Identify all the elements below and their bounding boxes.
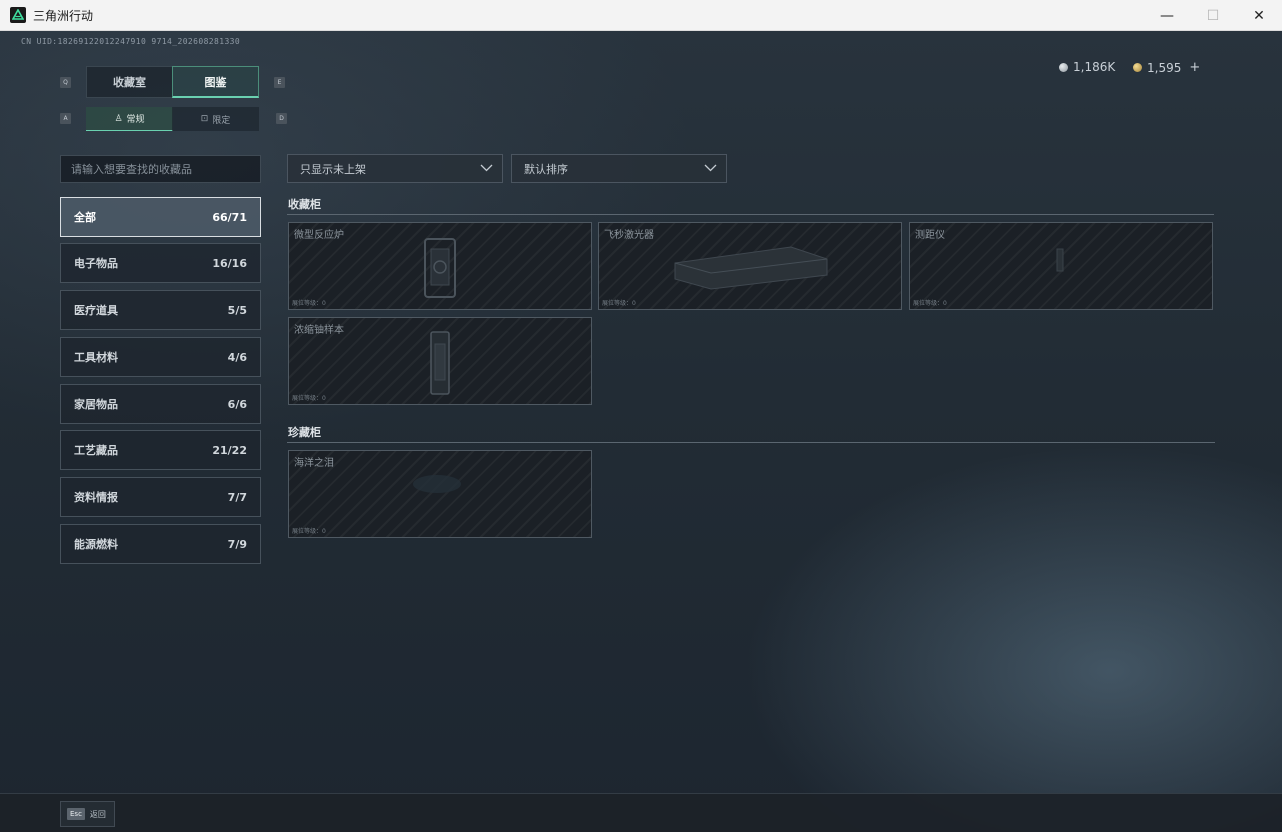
tab-catalog-label: 图鉴 [204,75,227,89]
card-level: 展位等级：0 [602,300,636,307]
currency-1: 1,186K [1059,60,1115,74]
window-title: 三角洲行动 [33,8,94,23]
category-label: 能源燃料 [74,538,118,551]
category-count: 7/7 [227,490,247,504]
app-logo-icon [10,7,26,23]
currency-2: 1,595 + [1133,60,1200,75]
close-icon: ✕ [1253,7,1265,24]
collection-card-rangefinder[interactable]: 测距仪 展位等级：0 [909,222,1213,310]
maximize-button[interactable]: ☐ [1190,0,1236,31]
show-unlisted-label: 只显示未上架 [300,162,366,176]
category-count: 6/6 [227,397,247,411]
currency-1-value: 1,186K [1073,60,1116,74]
category-count: 4/6 [227,350,247,364]
category-crafts[interactable]: 工艺藏品 21/22 [60,430,261,470]
card-level: 展位等级：0 [913,300,947,307]
key-hint-e: E [274,77,285,88]
gold-coin-icon [1133,63,1142,72]
window-title-bar: 三角洲行动 — ☐ ✕ [0,0,1282,31]
category-label: 电子物品 [74,257,118,270]
sort-label: 默认排序 [524,162,568,176]
category-count: 16/16 [212,256,247,270]
card-name: 浓缩铀样本 [294,325,344,336]
category-household[interactable]: 家居物品 6/6 [60,384,261,424]
category-label: 医疗道具 [74,304,118,317]
image-icon: ⊡ [200,114,209,124]
reactor-item-icon [424,238,456,298]
card-level: 展位等级：0 [292,395,326,402]
category-electronics[interactable]: 电子物品 16/16 [60,243,261,283]
category-label: 全部 [74,211,96,224]
back-button[interactable]: Esc 返回 [60,801,115,827]
category-label: 资料情报 [74,491,118,504]
bottom-bar: Esc 返回 [0,793,1282,832]
maximize-icon: ☐ [1206,7,1220,24]
section-title-collection-cabinet: 收藏柜 [288,198,321,211]
key-hint-q: Q [60,77,71,88]
key-hint-d: D [276,113,287,124]
category-count: 21/22 [212,443,247,457]
category-all[interactable]: 全部 66/71 [60,197,261,237]
collection-card-micro-reactor[interactable]: 微型反应炉 展位等级：0 [288,222,592,310]
rangefinder-item-icon [1056,248,1064,272]
tab-regular[interactable]: ♙ 常规 [86,107,173,131]
laser-item-icon [674,246,828,290]
card-level: 展位等级：0 [292,528,326,535]
tab-catalog[interactable]: 图鉴 [172,66,259,98]
esc-key-hint: Esc [67,808,85,820]
category-fuel[interactable]: 能源燃料 7/9 [60,524,261,564]
tab-collection-room[interactable]: 收藏室 [86,66,173,98]
card-name: 海洋之泪 [294,458,334,469]
section-title-treasure-cabinet: 珍藏柜 [288,426,321,439]
cup-icon: ♙ [114,113,123,124]
category-count: 5/5 [227,303,247,317]
minimize-button[interactable]: — [1144,0,1190,31]
section-divider [287,214,1214,215]
category-tools[interactable]: 工具材料 4/6 [60,337,261,377]
show-unlisted-dropdown[interactable]: 只显示未上架 [287,154,503,183]
card-name: 飞秒激光器 [604,230,654,241]
category-label: 工艺藏品 [74,444,118,457]
collection-card-uranium-sample[interactable]: 浓缩铀样本 展位等级：0 [288,317,592,405]
minimize-icon: — [1160,7,1174,24]
search-input[interactable] [60,155,261,183]
collection-card-ocean-tear[interactable]: 海洋之泪 展位等级：0 [288,450,592,538]
tab-regular-label: 常规 [126,115,145,125]
card-level: 展位等级：0 [292,300,326,307]
collection-card-femtosecond-laser[interactable]: 飞秒激光器 展位等级：0 [598,222,902,310]
chevron-down-icon [704,164,717,172]
cn-uid-text: CN UID:18269122012247910 9714_2026082813… [21,37,241,46]
tab-collection-room-label: 收藏室 [113,76,146,89]
category-intel[interactable]: 资料情报 7/7 [60,477,261,517]
currency-2-value: 1,595 [1147,60,1182,75]
tab-limited-label: 限定 [212,115,231,126]
category-medical[interactable]: 医疗道具 5/5 [60,290,261,330]
ocean-tear-item-icon [413,475,461,493]
back-label: 返回 [89,809,106,819]
card-name: 微型反应炉 [294,230,344,241]
section-divider [287,442,1215,443]
sort-dropdown[interactable]: 默认排序 [511,154,727,183]
chevron-down-icon [480,164,493,172]
add-currency-button[interactable]: + [1189,60,1200,75]
silver-coin-icon [1059,62,1068,72]
card-name: 测距仪 [915,230,945,241]
close-button[interactable]: ✕ [1236,0,1282,31]
key-hint-a: A [60,113,71,124]
game-viewport: CN UID:18269122012247910 9714_2026082813… [0,31,1282,832]
uranium-item-icon [430,331,450,395]
category-count: 66/71 [212,210,247,224]
category-count: 7/9 [227,537,247,551]
category-label: 工具材料 [74,351,118,364]
tab-limited[interactable]: ⊡ 限定 [172,107,259,131]
category-label: 家居物品 [74,398,118,411]
